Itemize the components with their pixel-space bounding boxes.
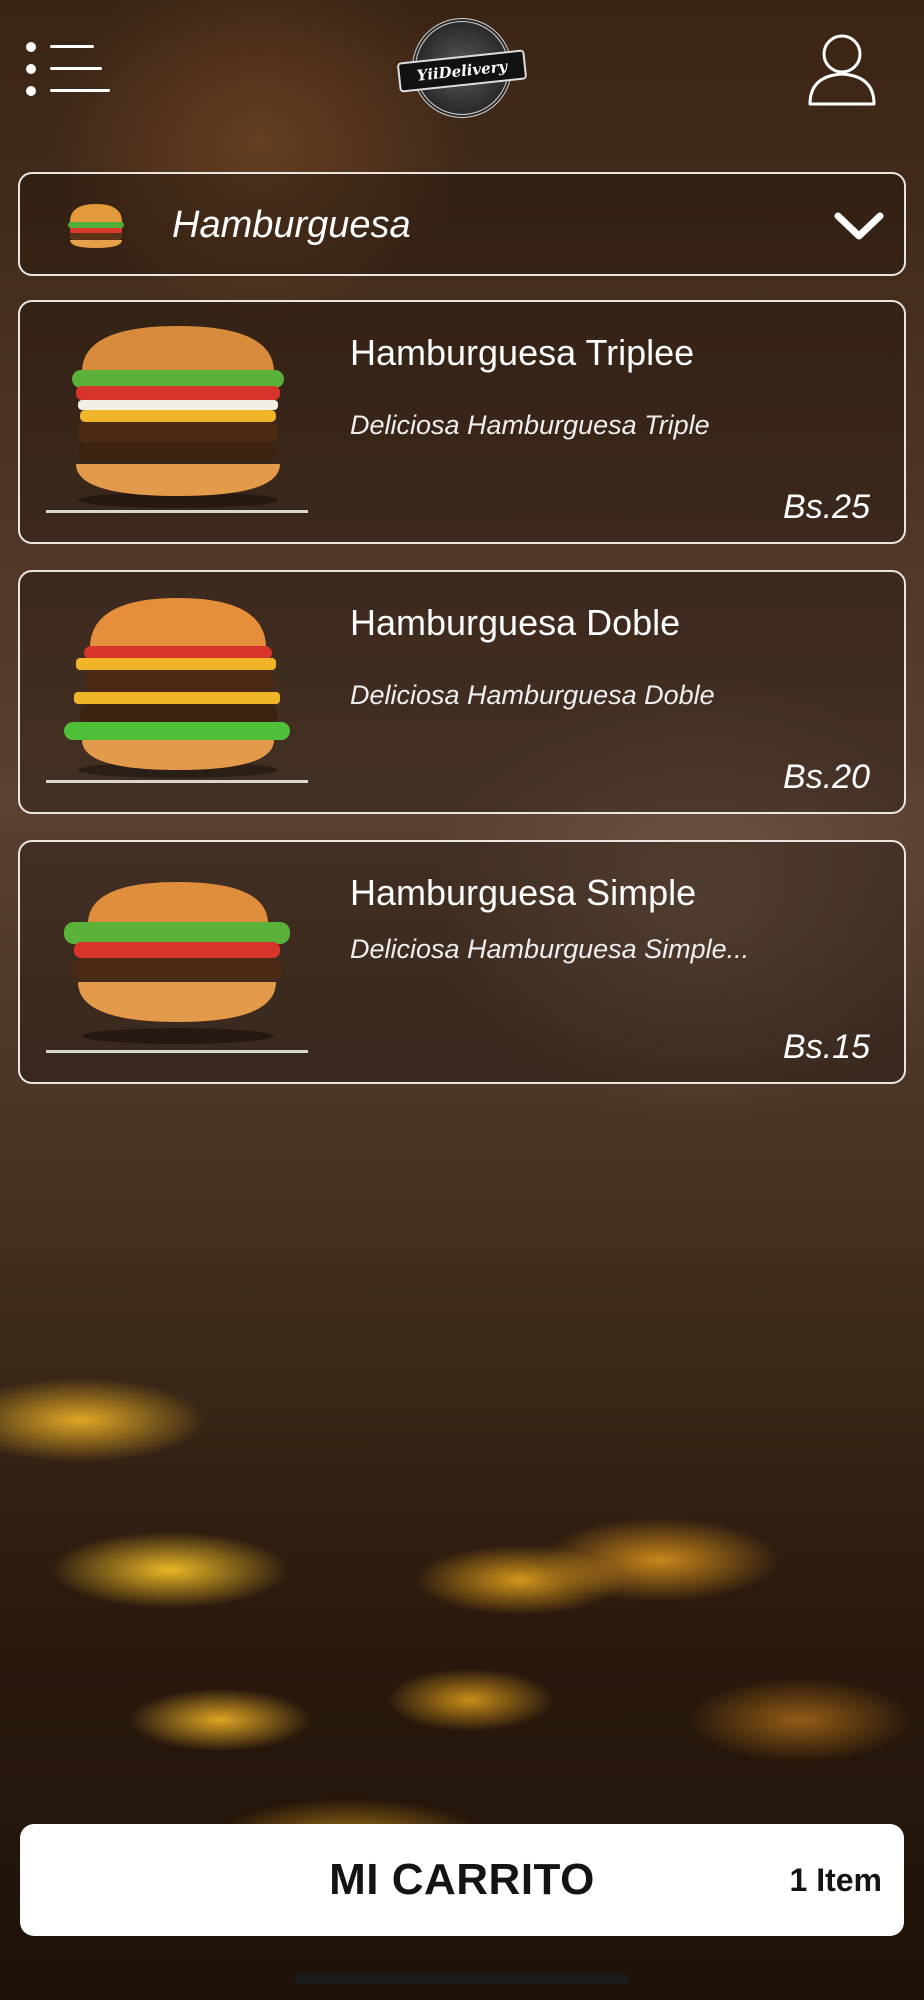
app-logo: YiiDelivery <box>396 18 528 122</box>
menu-bar <box>50 89 110 92</box>
product-description: Deliciosa Hamburguesa Simple... <box>350 934 750 964</box>
menu-dot <box>26 86 36 96</box>
product-card[interactable]: Hamburguesa Triplee Deliciosa Hamburgues… <box>18 300 906 544</box>
product-price: Bs.20 <box>783 758 870 796</box>
product-price: Bs.25 <box>783 488 870 526</box>
product-image <box>54 312 302 512</box>
product-card[interactable]: Hamburguesa Doble Deliciosa Hamburguesa … <box>18 570 906 814</box>
product-image <box>54 582 302 782</box>
home-indicator[interactable] <box>294 1974 630 1984</box>
product-name: Hamburguesa Doble <box>350 602 681 643</box>
user-profile-icon[interactable] <box>806 30 878 110</box>
menu-bar <box>50 45 94 48</box>
product-name: Hamburguesa Simple <box>350 872 697 913</box>
cart-label: MI CARRITO <box>329 1855 595 1904</box>
category-dropdown[interactable]: Hamburguesa <box>18 172 906 276</box>
image-underline <box>46 780 308 783</box>
product-name: Hamburguesa Triplee <box>350 332 695 373</box>
burger-icon <box>64 202 128 250</box>
menu-dot <box>26 64 36 74</box>
user-profile-svg <box>808 34 876 106</box>
menu-dot <box>26 42 36 52</box>
hamburger-menu-icon[interactable] <box>26 38 110 100</box>
product-card[interactable]: Hamburguesa Simple Deliciosa Hamburguesa… <box>18 840 906 1084</box>
category-label: Hamburguesa <box>172 204 411 246</box>
product-description: Deliciosa Hamburguesa Doble <box>350 680 715 710</box>
image-underline <box>46 510 308 513</box>
menu-bar <box>50 67 102 70</box>
cart-item-count: 1 Item <box>789 1862 882 1898</box>
product-image <box>54 852 302 1052</box>
product-description: Deliciosa Hamburguesa Triple <box>350 410 710 440</box>
product-price: Bs.15 <box>783 1028 870 1066</box>
cart-button[interactable]: MI CARRITO 1 Item <box>20 1824 904 1936</box>
app-header: YiiDelivery <box>0 0 924 150</box>
chevron-down-icon[interactable] <box>832 208 886 244</box>
image-underline <box>46 1050 308 1053</box>
